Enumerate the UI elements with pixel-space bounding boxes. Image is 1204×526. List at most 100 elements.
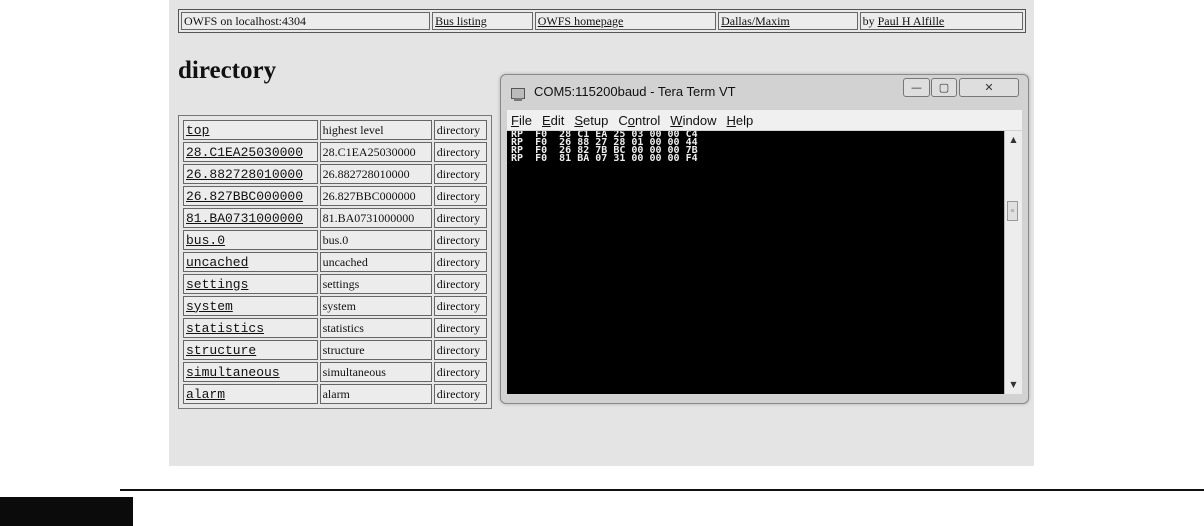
menu-help[interactable]: Help — [727, 113, 754, 128]
dir-id-cell: structure — [319, 340, 432, 360]
dir-name-cell: statistics — [183, 318, 318, 338]
dir-type-cell: directory — [433, 384, 487, 404]
dir-entry-link[interactable]: uncached — [186, 255, 248, 270]
terminal-screen[interactable]: RP F0 28 C1 EA 25 03 00 00 C4 RP F0 26 88… — [507, 131, 1004, 394]
dir-type-cell: directory — [433, 142, 487, 162]
table-row: simultaneous simultaneous directory — [183, 362, 487, 382]
table-row: alarm alarm directory — [183, 384, 487, 404]
dir-type-cell: directory — [433, 230, 487, 250]
dir-id-cell: 26.882728010000 — [319, 164, 432, 184]
terminal-icon — [511, 88, 525, 101]
dir-id-cell: 26.827BBC000000 — [319, 186, 432, 206]
dir-type-cell: directory — [433, 362, 487, 382]
table-row: bus.0 bus.0 directory — [183, 230, 487, 250]
header-bar: OWFS on localhost:4304 Bus listing OWFS … — [178, 9, 1026, 33]
scroll-up-arrow-icon[interactable]: ▲ — [1005, 133, 1022, 147]
directory-table-frame: top highest level directory 28.C1EA25030000… — [178, 115, 492, 409]
scroll-thumb[interactable]: ≡ — [1007, 201, 1018, 221]
dir-id-cell: 28.C1EA25030000 — [319, 142, 432, 162]
menu-window[interactable]: Window — [670, 113, 716, 128]
dir-name-cell: 81.BA0731000000 — [183, 208, 318, 228]
dir-name-cell: uncached — [183, 252, 318, 272]
figure-label-box — [0, 497, 133, 526]
dir-name-cell: top — [183, 120, 318, 140]
dir-type-cell: directory — [433, 208, 487, 228]
dir-id-cell: alarm — [319, 384, 432, 404]
dir-type-cell: directory — [433, 252, 487, 272]
dir-type-cell: directory — [433, 340, 487, 360]
table-row: 26.827BBC000000 26.827BBC000000 directory — [183, 186, 487, 206]
dir-name-cell: system — [183, 296, 318, 316]
owfs-homepage-cell: OWFS homepage — [534, 12, 717, 30]
window-titlebar[interactable]: COM5:115200baud - Tera Term VT — ▢ ✕ — [501, 75, 1028, 107]
dir-id-cell: uncached — [319, 252, 432, 272]
table-row: 28.C1EA25030000 28.C1EA25030000 directory — [183, 142, 487, 162]
menu-setup[interactable]: Setup — [574, 113, 608, 128]
table-row: statistics statistics directory — [183, 318, 487, 338]
dir-entry-link[interactable]: 26.882728010000 — [186, 167, 303, 182]
menu-file[interactable]: File — [511, 113, 532, 128]
dir-name-cell: alarm — [183, 384, 318, 404]
dir-entry-link[interactable]: settings — [186, 277, 248, 292]
dir-name-cell: 26.882728010000 — [183, 164, 318, 184]
dir-name-cell: simultaneous — [183, 362, 318, 382]
table-row: settings settings directory — [183, 274, 487, 294]
menu-bar: File Edit Setup Control Window Help — [507, 110, 1022, 130]
dir-id-cell: bus.0 — [319, 230, 432, 250]
dir-name-cell: bus.0 — [183, 230, 318, 250]
host-label: OWFS on localhost:4304 — [181, 12, 431, 30]
dir-id-cell: statistics — [319, 318, 432, 338]
dir-type-cell: directory — [433, 186, 487, 206]
dir-name-cell: structure — [183, 340, 318, 360]
close-button[interactable]: ✕ — [959, 78, 1019, 97]
dir-id-cell: highest level — [319, 120, 432, 140]
menu-control[interactable]: Control — [618, 113, 660, 128]
dir-entry-link[interactable]: alarm — [186, 387, 225, 402]
dir-type-cell: directory — [433, 274, 487, 294]
tera-term-window: COM5:115200baud - Tera Term VT — ▢ ✕ Fil… — [500, 74, 1029, 404]
dir-type-cell: directory — [433, 296, 487, 316]
minimize-button[interactable]: — — [903, 78, 930, 97]
dir-entry-link[interactable]: bus.0 — [186, 233, 225, 248]
bus-listing-link[interactable]: Bus listing — [435, 14, 487, 28]
dir-type-cell: directory — [433, 164, 487, 184]
dir-entry-link[interactable]: system — [186, 299, 233, 314]
dir-id-cell: 81.BA0731000000 — [319, 208, 432, 228]
terminal-output: RP F0 28 C1 EA 25 03 00 00 C4 RP F0 26 88… — [507, 131, 1004, 164]
page-title: directory — [178, 57, 277, 84]
table-row: 26.882728010000 26.882728010000 directory — [183, 164, 487, 184]
table-row: system system directory — [183, 296, 487, 316]
dir-type-cell: directory — [433, 120, 487, 140]
dir-entry-link[interactable]: 28.C1EA25030000 — [186, 145, 303, 160]
dir-entry-link[interactable]: simultaneous — [186, 365, 280, 380]
vertical-scrollbar[interactable]: ▲ ≡ ▼ — [1004, 131, 1022, 394]
owfs-homepage-link[interactable]: OWFS homepage — [538, 14, 624, 28]
window-title: COM5:115200baud - Tera Term VT — [534, 84, 736, 99]
dir-entry-link[interactable]: statistics — [186, 321, 264, 336]
table-row: structure structure directory — [183, 340, 487, 360]
figure-rule — [120, 489, 1204, 491]
dir-entry-link[interactable]: 81.BA0731000000 — [186, 211, 303, 226]
dir-type-cell: directory — [433, 318, 487, 338]
dir-id-cell: system — [319, 296, 432, 316]
scroll-down-arrow-icon[interactable]: ▼ — [1005, 378, 1022, 392]
table-row: uncached uncached directory — [183, 252, 487, 272]
dallas-maxim-cell: Dallas/Maxim — [718, 12, 858, 30]
dir-id-cell: settings — [319, 274, 432, 294]
bus-listing-cell: Bus listing — [432, 12, 533, 30]
dir-id-cell: simultaneous — [319, 362, 432, 382]
table-row: 81.BA0731000000 81.BA0731000000 directory — [183, 208, 487, 228]
directory-table: top highest level directory 28.C1EA25030000… — [181, 118, 489, 406]
dir-entry-link[interactable]: 26.827BBC000000 — [186, 189, 303, 204]
dir-entry-link[interactable]: top — [186, 123, 209, 138]
dir-entry-link[interactable]: structure — [186, 343, 256, 358]
dir-name-cell: settings — [183, 274, 318, 294]
dallas-maxim-link[interactable]: Dallas/Maxim — [721, 14, 790, 28]
maximize-button[interactable]: ▢ — [931, 78, 957, 97]
menu-edit[interactable]: Edit — [542, 113, 564, 128]
dir-name-cell: 26.827BBC000000 — [183, 186, 318, 206]
by-label: by — [862, 14, 878, 28]
author-link[interactable]: Paul H Alfille — [878, 14, 945, 28]
dir-name-cell: 28.C1EA25030000 — [183, 142, 318, 162]
table-row: top highest level directory — [183, 120, 487, 140]
